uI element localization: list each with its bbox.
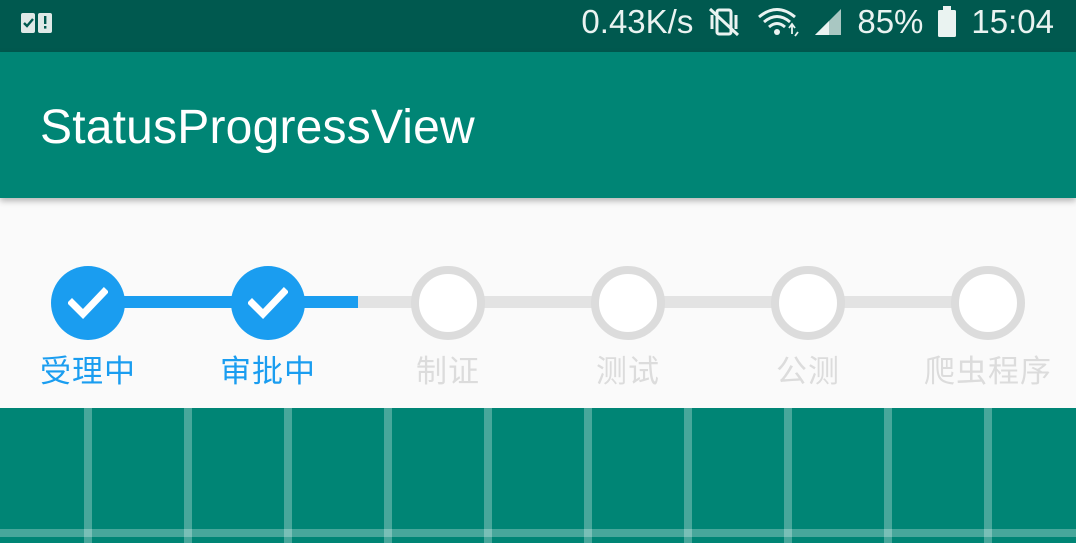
grid-line — [584, 408, 592, 543]
clock: 15:04 — [971, 3, 1054, 40]
step-label: 审批中 — [220, 354, 316, 390]
grid-line — [884, 408, 892, 543]
wifi-icon — [755, 6, 800, 38]
grid-background — [0, 408, 1076, 543]
network-speed: 0.43K/s — [581, 3, 694, 40]
signal-icon — [813, 7, 843, 37]
step-6-pending-circle — [951, 266, 1025, 340]
notification-icon — [20, 9, 54, 37]
battery-icon — [937, 6, 957, 38]
step-4-pending-circle — [591, 266, 665, 340]
step-3-pending-circle — [411, 266, 485, 340]
grid-line — [784, 408, 792, 543]
step-label: 测试 — [596, 354, 660, 390]
step-5-pending-circle — [771, 266, 845, 340]
grid-line — [84, 408, 92, 543]
step-label: 爬虫程序 — [924, 354, 1052, 390]
grid-line — [684, 408, 692, 543]
step-label: 制证 — [416, 354, 480, 390]
status-bar: 0.43K/s 85% 15:04 — [0, 0, 1076, 52]
grid-line — [984, 408, 992, 543]
app-title: StatusProgressView — [40, 101, 475, 154]
step-label: 公测 — [776, 354, 840, 390]
progress-track-completed — [88, 296, 358, 308]
grid-line — [284, 408, 292, 543]
status-progress-view: 受理中 审批中 制证 测试 公测 爬虫程序 — [0, 198, 1076, 408]
step-1-completed-icon — [51, 266, 125, 340]
battery-percentage: 85% — [857, 3, 924, 40]
step-2-completed-icon — [231, 266, 305, 340]
app-bar: StatusProgressView — [0, 52, 1076, 198]
vibrate-icon — [707, 6, 741, 38]
grid-line — [484, 408, 492, 543]
grid-line — [384, 408, 392, 543]
step-label: 受理中 — [40, 354, 136, 390]
grid-line — [184, 408, 192, 543]
grid-line — [0, 529, 1076, 537]
